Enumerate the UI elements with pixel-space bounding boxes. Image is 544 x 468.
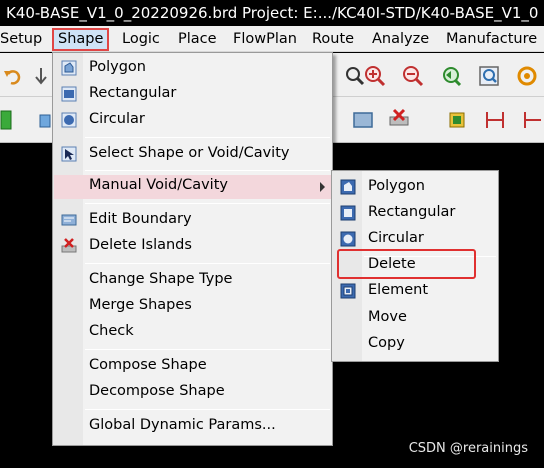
void-polygon-icon: [340, 179, 356, 195]
menu-separator: [85, 409, 330, 410]
rectangle-icon: [61, 86, 77, 102]
menu-manufacture[interactable]: Manufacture: [446, 29, 537, 50]
void-rectangle-icon: [340, 205, 356, 221]
menu-separator: [85, 170, 330, 171]
void-copy-item[interactable]: Copy: [333, 333, 497, 357]
void-move-item[interactable]: Move: [333, 307, 497, 331]
callout-highlight-box: [337, 249, 476, 279]
menu-place[interactable]: Place: [178, 29, 217, 50]
delete-shape-icon[interactable]: [388, 107, 410, 129]
watermark: CSDN @rerainings: [408, 441, 528, 456]
shape-compose-item[interactable]: Compose Shape: [54, 355, 331, 379]
shape-rectangular-item[interactable]: Rectangular: [54, 83, 331, 107]
menu-setup[interactable]: Setup: [0, 29, 42, 50]
menu-separator: [85, 349, 330, 350]
measure-icon[interactable]: [522, 109, 544, 131]
shape-menu: Polygon Rectangular Circular Select Shap…: [52, 52, 333, 446]
shape-check-item[interactable]: Check: [54, 321, 331, 345]
menu-shape[interactable]: Shape: [52, 28, 110, 51]
component-icon[interactable]: [446, 109, 468, 131]
shape-circular-item[interactable]: Circular: [54, 109, 331, 133]
delete-islands-icon: [61, 238, 77, 253]
shape-merge-item[interactable]: Merge Shapes: [54, 295, 331, 319]
menu-flowplan[interactable]: FlowPlan: [233, 29, 297, 50]
shape-select-item[interactable]: Select Shape or Void/Cavity: [54, 143, 331, 167]
shape-decompose-item[interactable]: Decompose Shape: [54, 381, 331, 405]
menu-logic[interactable]: Logic: [122, 29, 160, 50]
void-circle-icon: [340, 231, 356, 247]
void-element-item[interactable]: Element: [333, 280, 497, 304]
window-title: K40-BASE_V1_0_20220926.brd Project: E:..…: [0, 0, 544, 26]
layer-green-icon[interactable]: [0, 109, 22, 131]
dimension-icon[interactable]: [484, 109, 506, 131]
menu-separator: [85, 263, 330, 264]
menu-separator: [85, 203, 330, 204]
zoom-search-icon[interactable]: [344, 65, 366, 87]
polygon-icon: [61, 60, 77, 76]
shape-fill-icon[interactable]: [352, 109, 374, 131]
submenu-arrow-icon: [320, 182, 325, 192]
void-rectangular-item[interactable]: Rectangular: [333, 202, 497, 226]
shape-change-type-item[interactable]: Change Shape Type: [54, 269, 331, 293]
shape-manual-void-item[interactable]: Manual Void/Cavity: [54, 175, 331, 199]
zoom-previous-icon[interactable]: [440, 65, 462, 87]
shape-edit-boundary-item[interactable]: Edit Boundary: [54, 209, 331, 233]
menubar: Setup Shape Logic Place FlowPlan Route A…: [0, 26, 544, 52]
menu-separator: [85, 137, 330, 138]
void-polygon-item[interactable]: Polygon: [333, 176, 497, 200]
void-element-icon: [340, 283, 356, 299]
zoom-in-icon[interactable]: [364, 65, 386, 87]
edit-boundary-icon: [61, 214, 77, 226]
shape-delete-islands-item[interactable]: Delete Islands: [54, 235, 331, 259]
zoom-out-icon[interactable]: [402, 65, 424, 87]
menu-route[interactable]: Route: [312, 29, 354, 50]
menu-analyze[interactable]: Analyze: [372, 29, 429, 50]
down-arrow-icon[interactable]: [30, 65, 52, 87]
circle-icon: [61, 112, 77, 128]
shape-polygon-item[interactable]: Polygon: [54, 57, 331, 81]
shape-global-params-item[interactable]: Global Dynamic Params...: [54, 415, 331, 439]
undo-icon[interactable]: [2, 65, 24, 87]
select-shape-icon: [61, 146, 77, 162]
refresh-icon[interactable]: [516, 65, 538, 87]
zoom-fit-icon[interactable]: [478, 65, 500, 87]
